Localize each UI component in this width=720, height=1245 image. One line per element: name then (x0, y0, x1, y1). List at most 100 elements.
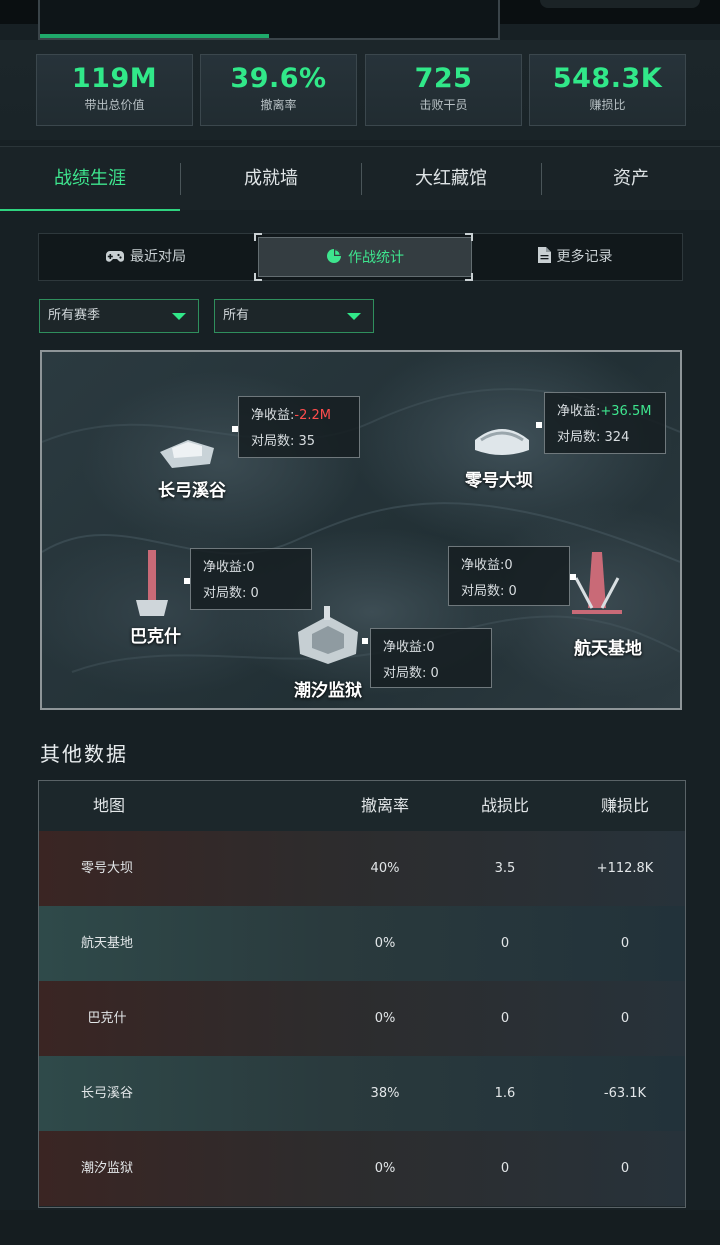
poi-name: 零号大坝 (465, 471, 533, 491)
cell-extract-rate: 0% (374, 1011, 396, 1026)
segment-corner (254, 273, 262, 281)
poi-space-base[interactable]: 航天基地 (562, 548, 642, 659)
poi-longbow-valley[interactable]: 长弓溪谷 (152, 422, 226, 501)
net-label: 净收益: (251, 408, 295, 423)
stat-label: 击败干员 (419, 98, 468, 112)
poi-bakesh[interactable]: 巴克什 (130, 548, 181, 647)
cell-profit-ratio: 0 (620, 1011, 630, 1026)
pie-chart-icon (327, 249, 341, 263)
mode-dropdown-value: 所有 (223, 308, 250, 323)
count-label: 对局数: (557, 430, 601, 445)
poi-tide-prison[interactable]: 潮汐监狱 (290, 602, 366, 701)
top-progress-bar (38, 0, 500, 40)
top-bar (0, 0, 720, 40)
cell-profit-ratio: 0 (620, 936, 630, 951)
season-dropdown[interactable]: 所有赛季 (39, 299, 199, 333)
cell-kd-ratio: 0 (500, 1161, 510, 1176)
prison-icon (298, 606, 358, 664)
net-value: 0 (426, 640, 435, 655)
segment-combat-stats[interactable]: 作战统计 (258, 237, 472, 277)
count-label: 对局数: (251, 434, 295, 449)
net-value: +36.5M (600, 404, 652, 419)
mode-dropdown[interactable]: 所有 (214, 299, 374, 333)
cell-extract-rate: 40% (370, 861, 400, 876)
table-row[interactable]: 潮汐监狱 0% 0 0 (39, 1131, 685, 1206)
cell-kd-ratio: 3.5 (494, 861, 516, 876)
cell-kd-ratio: 1.6 (494, 1086, 516, 1101)
count-value: 0 (430, 666, 439, 681)
segment-recent-matches[interactable]: 最近对局 (39, 234, 253, 280)
net-label: 净收益: (383, 640, 427, 655)
top-pill (540, 0, 700, 8)
segment-more-records[interactable]: 更多记录 (468, 234, 682, 280)
stat-card-kills: 725 击败干员 (365, 54, 522, 126)
tab-achievements[interactable]: 成就墙 (181, 147, 361, 211)
count-label: 对局数: (383, 666, 427, 681)
column-header: 赚损比 (600, 796, 649, 815)
stat-value: 548.3K (552, 63, 663, 94)
segment-label: 更多记录 (556, 249, 613, 265)
section-title: 其他数据 (40, 742, 128, 766)
poi-info-card: 净收益:0 对局数: 0 (448, 546, 570, 606)
table-row[interactable]: 巴克什 0% 0 0 (39, 981, 685, 1056)
bottom-spacer (0, 1210, 720, 1245)
cell-extract-rate: 0% (374, 936, 396, 951)
poi-name: 长弓溪谷 (158, 481, 226, 501)
net-value: 0 (504, 558, 513, 573)
cell-map: 航天基地 (80, 936, 133, 951)
poi-name: 巴克什 (130, 627, 181, 647)
chevron-down-icon (347, 313, 361, 320)
stat-card-extract-rate: 39.6% 撤离率 (200, 54, 357, 126)
season-dropdown-value: 所有赛季 (48, 308, 101, 323)
table-row[interactable]: 零号大坝 40% 3.5 +112.8K (39, 831, 685, 906)
count-label: 对局数: (461, 584, 505, 599)
table-row[interactable]: 航天基地 0% 0 0 (39, 906, 685, 981)
net-label: 净收益: (557, 404, 601, 419)
count-value: 0 (250, 586, 259, 601)
map-panel: 长弓溪谷 净收益:-2.2M 对局数: 35 零号大坝 净收益:+36.5M 对… (40, 350, 682, 710)
cell-map: 巴克什 (87, 1011, 127, 1026)
tab-career[interactable]: 战绩生涯 (0, 147, 180, 211)
stat-label: 撤离率 (260, 98, 297, 112)
segment-label: 最近对局 (130, 249, 186, 265)
net-value: -2.2M (294, 408, 331, 423)
count-value: 0 (508, 584, 517, 599)
poi-zero-dam[interactable]: 零号大坝 (465, 412, 537, 491)
poi-info-card: 净收益:+36.5M 对局数: 324 (544, 392, 666, 454)
stat-value: 725 (414, 63, 473, 94)
poi-name: 航天基地 (574, 639, 642, 659)
poi-pointer (536, 422, 542, 428)
segment-control: 最近对局 作战统计 更多记录 (38, 233, 683, 281)
poi-info-card: 净收益:0 对局数: 0 (190, 548, 312, 610)
count-label: 对局数: (203, 586, 247, 601)
poi-name: 潮汐监狱 (294, 681, 362, 701)
stat-label: 带出总价值 (84, 98, 145, 112)
segment-corner (254, 233, 262, 241)
stat-card-profit-ratio: 548.3K 赚损比 (529, 54, 686, 126)
column-header: 战损比 (480, 796, 529, 815)
count-value: 35 (298, 434, 316, 449)
tab-collection[interactable]: 大红藏馆 (361, 147, 541, 211)
tower-icon (136, 550, 168, 616)
gamepad-icon (106, 251, 124, 262)
main-tabs: 战绩生涯 成就墙 大红藏馆 资产 (0, 146, 720, 211)
column-header: 地图 (92, 796, 125, 815)
stat-label: 赚损比 (589, 98, 626, 112)
cell-map: 潮汐监狱 (80, 1161, 133, 1176)
top-progress-fill (40, 34, 269, 38)
table-row[interactable]: 长弓溪谷 38% 1.6 -63.1K (39, 1056, 685, 1131)
count-value: 324 (604, 430, 630, 445)
cell-profit-ratio: 0 (620, 1161, 630, 1176)
poi-pointer (570, 574, 576, 580)
stat-value: 119M (71, 63, 158, 94)
cell-kd-ratio: 0 (500, 936, 510, 951)
map-stats-table: 地图 撤离率 战损比 赚损比 零号大坝 40% 3.5 +112.8K 航天基地… (38, 780, 686, 1208)
stats-row: 119M 带出总价值 39.6% 撤离率 725 击败干员 548.3K 赚损比 (0, 40, 720, 140)
poi-pointer (362, 638, 368, 644)
cell-map: 长弓溪谷 (80, 1086, 133, 1101)
segment-label: 作战统计 (348, 250, 404, 266)
tab-assets[interactable]: 资产 (541, 147, 720, 211)
rocket-tower-icon (572, 552, 622, 614)
table-header: 地图 撤离率 战损比 赚损比 (39, 781, 685, 831)
document-icon (537, 247, 551, 263)
